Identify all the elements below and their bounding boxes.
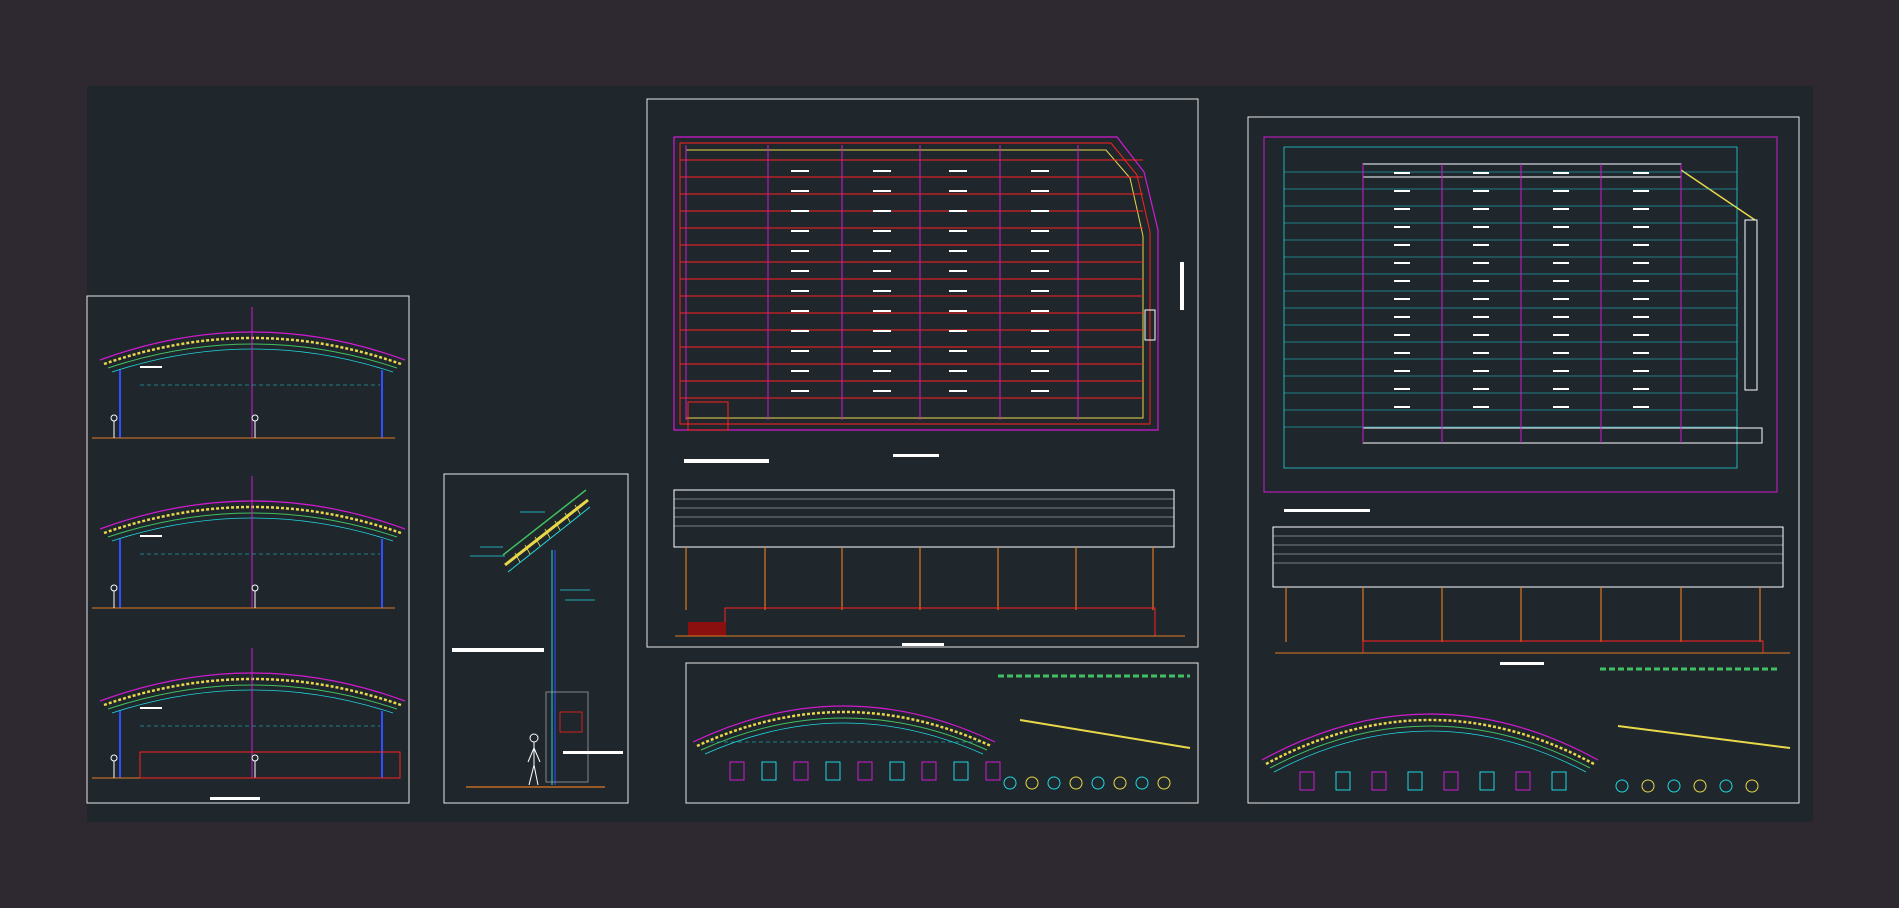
cad-drawing-canvas[interactable] xyxy=(0,0,1899,908)
model-space xyxy=(87,86,1813,822)
